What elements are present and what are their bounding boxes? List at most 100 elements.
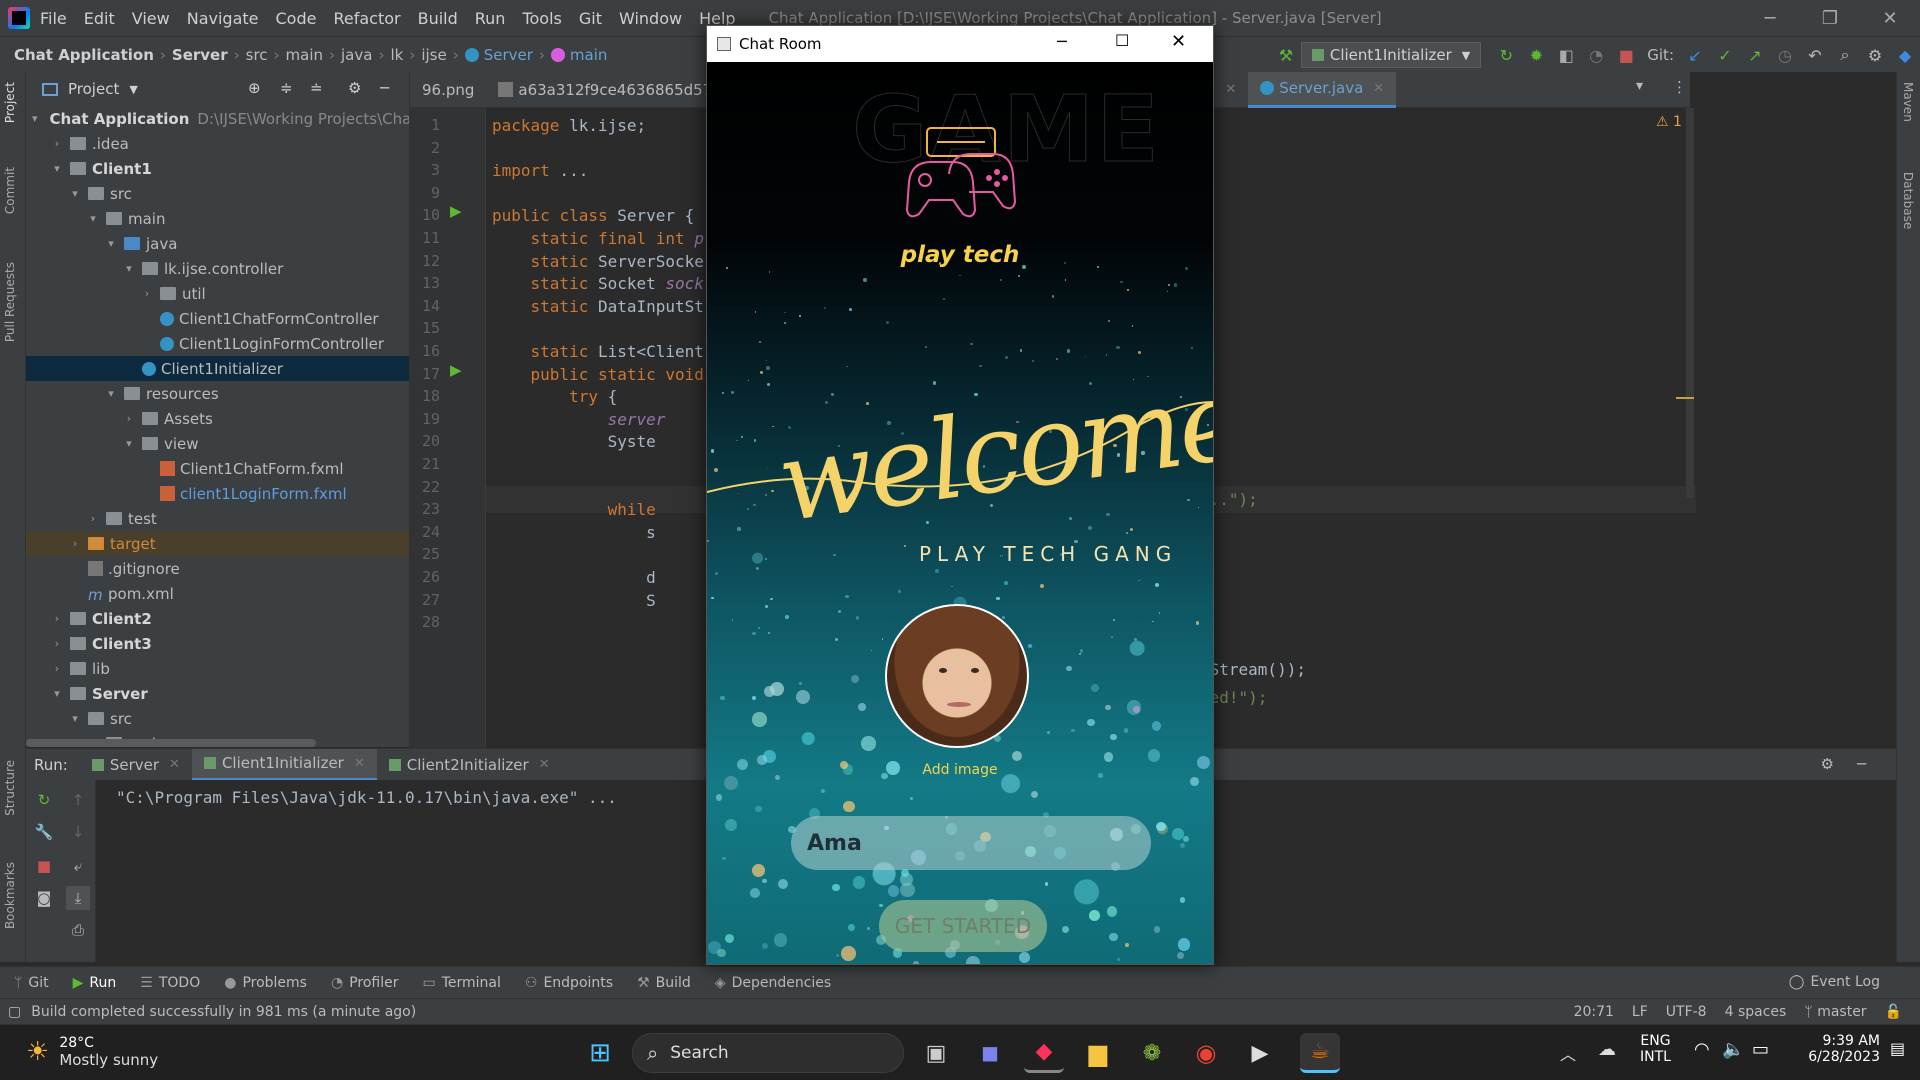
project-panel-title[interactable]: Project — [68, 80, 119, 98]
tree-item[interactable]: ▾ lk.ijse.controller — [26, 256, 409, 281]
maximize-button[interactable]: ❐ — [1800, 0, 1860, 36]
collapse-all-icon[interactable]: ≐ — [310, 79, 323, 97]
tree-item[interactable]: m pom.xml — [26, 581, 409, 606]
coverage-icon[interactable]: ◧ — [1551, 40, 1581, 70]
menu-navigate[interactable]: Navigate — [187, 9, 259, 28]
close-button[interactable]: ✕ — [1171, 31, 1186, 52]
chevron-up-icon[interactable]: ︿ — [1560, 1041, 1576, 1065]
tree-item[interactable]: › test — [26, 506, 409, 531]
file-encoding[interactable]: UTF-8 — [1666, 1004, 1707, 1020]
chevron-right-icon[interactable]: › — [86, 512, 100, 525]
menu-build[interactable]: Build — [418, 9, 458, 28]
tool-window-git[interactable]: ᛘ Git — [14, 975, 49, 991]
tool-window-dependencies[interactable]: ◈ Dependencies — [715, 975, 831, 991]
tree-item[interactable]: ▾ src — [26, 181, 409, 206]
indent-setting[interactable]: 4 spaces — [1725, 1004, 1787, 1020]
clock[interactable]: 9:39 AM 6/28/2023 — [1796, 1033, 1880, 1065]
git-update-icon[interactable]: ↙ — [1680, 40, 1710, 70]
debug-icon[interactable]: ✹ — [1521, 40, 1551, 70]
task-view-button[interactable]: ▣ — [916, 1033, 956, 1073]
up-arrow-icon[interactable]: ↑ — [66, 788, 90, 812]
chevron-down-icon[interactable]: ▾ — [122, 262, 136, 275]
console-output[interactable]: "C:\Program Files\Java\jdk-11.0.17\bin\j… — [116, 788, 617, 807]
hammer-icon[interactable]: ⚒ — [1271, 40, 1301, 70]
chevron-down-icon[interactable]: ▾ — [32, 112, 38, 125]
tool-window-run[interactable]: ▶ Run — [73, 975, 117, 991]
chevron-down-icon[interactable]: ▾ — [86, 212, 100, 225]
tree-item[interactable]: › .idea — [26, 131, 409, 156]
status-message[interactable]: Build completed successfully in 981 ms (… — [31, 1004, 416, 1020]
chevron-down-icon[interactable]: ▾ — [122, 437, 136, 450]
chevron-right-icon[interactable]: › — [140, 287, 154, 300]
expand-all-icon[interactable]: ≑ — [280, 79, 293, 97]
run-configuration-select[interactable]: Client1Initializer ▼ — [1300, 42, 1482, 68]
gear-icon[interactable]: ⚙ — [348, 79, 361, 97]
teams-button[interactable]: ◼ — [970, 1033, 1010, 1073]
breadcrumb-java[interactable]: java — [341, 46, 372, 64]
project-tool-label[interactable]: Project — [3, 82, 17, 123]
down-arrow-icon[interactable]: ↓ — [66, 820, 90, 844]
close-tab-icon[interactable]: ✕ — [539, 757, 550, 772]
battery-icon[interactable]: ▭ — [1752, 1039, 1769, 1060]
scroll-to-end-icon[interactable]: ⤓ — [66, 886, 90, 910]
pull-requests-tool-label[interactable]: Pull Requests — [3, 262, 17, 342]
file-explorer-button[interactable]: ▆ — [1078, 1033, 1118, 1073]
print-icon[interactable]: ⎙ — [66, 918, 90, 942]
history-icon[interactable]: ◷ — [1770, 40, 1800, 70]
chrome-button[interactable]: ◉ — [1186, 1033, 1226, 1073]
menu-git[interactable]: Git — [579, 9, 602, 28]
chevron-right-icon[interactable]: › — [122, 412, 136, 425]
media-player-button[interactable]: ▶ — [1240, 1033, 1280, 1073]
gear-icon[interactable]: ⚙ — [1860, 40, 1890, 70]
chevron-down-icon[interactable]: ▼ — [129, 83, 137, 96]
start-button[interactable]: ⊞ — [580, 1033, 620, 1073]
intellij-logo-icon[interactable] — [8, 7, 30, 29]
line-separator[interactable]: LF — [1632, 1004, 1648, 1020]
maven-tool-label[interactable]: Maven — [1901, 82, 1915, 122]
close-tab-icon[interactable]: ✕ — [1225, 82, 1236, 97]
menu-code[interactable]: Code — [276, 9, 317, 28]
tool-window-problems[interactable]: ● Problems — [224, 975, 307, 991]
run-gutter-icon[interactable]: ▶ — [450, 202, 462, 220]
tool-window-build[interactable]: ⚒ Build — [637, 975, 691, 991]
editor-tab[interactable]: a63a312f9ce4636865d5745 — [486, 72, 743, 108]
gear-icon[interactable]: ⚙ — [1821, 755, 1834, 773]
chevron-right-icon[interactable]: › — [50, 662, 64, 675]
tree-item[interactable]: ▾ Client1 — [26, 156, 409, 181]
run-tab[interactable]: Client1Initializer ✕ — [191, 748, 377, 781]
chevron-right-icon[interactable]: › — [68, 537, 82, 550]
database-tool-label[interactable]: Database — [1901, 172, 1915, 229]
search-icon[interactable]: ⌕ — [1830, 40, 1860, 70]
menu-tools[interactable]: Tools — [522, 9, 561, 28]
menu-window[interactable]: Window — [619, 9, 682, 28]
tool-window-endpoints[interactable]: ⚇ Endpoints — [525, 975, 613, 991]
camera-icon[interactable]: ◙ — [32, 886, 56, 910]
volume-icon[interactable]: 🔈 — [1722, 1039, 1744, 1060]
hide-icon[interactable]: ─ — [380, 79, 389, 97]
bookmarks-tool-label[interactable]: Bookmarks — [3, 862, 17, 929]
language-indicator[interactable]: ENG INTL — [1640, 1033, 1671, 1065]
run-tab[interactable]: Client2Initializer ✕ — [377, 749, 562, 781]
tree-item[interactable]: ▾ resources — [26, 381, 409, 406]
close-button[interactable]: ✕ — [1860, 0, 1920, 36]
stop-icon[interactable]: ■ — [32, 854, 56, 878]
tree-item[interactable]: › Assets — [26, 406, 409, 431]
rollback-icon[interactable]: ↶ — [1800, 40, 1830, 70]
run-tab[interactable]: Server ✕ — [80, 749, 192, 781]
tree-item[interactable]: › util — [26, 281, 409, 306]
breadcrumb-method[interactable]: main — [570, 46, 607, 64]
chevron-down-icon[interactable]: ▾ — [68, 187, 82, 200]
chevron-down-icon[interactable]: ▾ — [1636, 78, 1643, 94]
breadcrumb-src[interactable]: src — [246, 46, 268, 64]
tree-item[interactable]: ▾ Server — [26, 681, 409, 706]
more-icon[interactable]: ⋮ — [1672, 78, 1687, 96]
hide-icon[interactable]: ─ — [1857, 755, 1866, 773]
close-tab-icon[interactable]: ✕ — [169, 757, 180, 772]
tool-window-profiler[interactable]: ◔ Profiler — [331, 975, 399, 991]
breadcrumb-main[interactable]: main — [286, 46, 323, 64]
editor-tab[interactable]: Server.java ✕ — [1248, 71, 1397, 108]
tree-item[interactable]: › Client2 — [26, 606, 409, 631]
onedrive-icon[interactable]: ☁ — [1598, 1039, 1616, 1060]
weather-widget[interactable]: ☀ 28°C Mostly sunny — [26, 1035, 158, 1069]
breadcrumb-module[interactable]: Server — [172, 46, 228, 64]
